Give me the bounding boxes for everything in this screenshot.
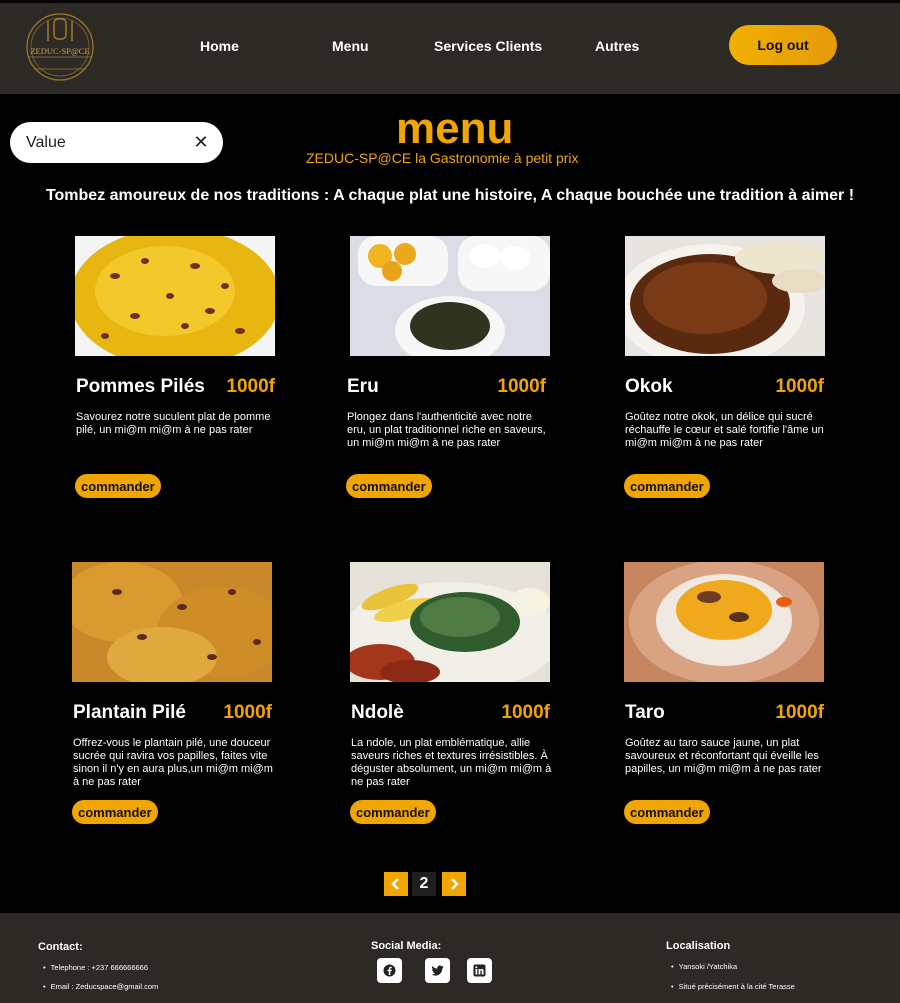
facebook-icon — [383, 964, 396, 977]
footer: Contact: Telephone : +237 666666666 Emai… — [0, 913, 900, 1003]
tagline: Tombez amoureux de nos traditions : A ch… — [45, 187, 855, 204]
footer-location-area: Yansoki /Yatchika — [671, 962, 738, 971]
nav-menu[interactable]: Menu — [332, 38, 369, 54]
search-box: ✕ — [10, 122, 223, 163]
footer-social-title: Social Media: — [371, 940, 442, 952]
pagination-current-page[interactable]: 2 — [412, 872, 436, 896]
dish-image-plantain-pile — [72, 562, 272, 682]
dish-description: Offrez-vous le plantain pilé, une douceu… — [73, 737, 273, 788]
logout-button[interactable]: Log out — [729, 25, 837, 65]
nav-home[interactable]: Home — [200, 38, 239, 54]
chevron-right-icon — [451, 878, 459, 890]
dish-price: 1000f — [775, 702, 824, 723]
twitter-link[interactable] — [425, 958, 450, 983]
dish-price: 1000f — [501, 702, 550, 723]
close-icon[interactable]: ✕ — [190, 131, 212, 153]
commander-button[interactable]: commander — [72, 800, 158, 824]
top-header: ZEDUC-SP@CE Home Menu Services Clients A… — [0, 3, 900, 94]
dish-price: 1000f — [497, 376, 546, 397]
facebook-link[interactable] — [377, 958, 402, 983]
logo[interactable]: ZEDUC-SP@CE — [18, 11, 102, 83]
dish-card: Eru 1000f Plongez dans l'authenticité av… — [346, 236, 552, 506]
dish-name: Taro — [625, 702, 665, 723]
dish-card: Pommes Pilés 1000f Savourez notre sucule… — [75, 236, 281, 506]
footer-contact-title: Contact: — [38, 941, 83, 953]
dish-card: Okok 1000f Goûtez notre okok, un délice … — [624, 236, 830, 506]
dish-price: 1000f — [226, 376, 275, 397]
footer-contact-email[interactable]: Email : Zeducspace@gmail.com — [43, 982, 159, 991]
commander-button[interactable]: commander — [350, 800, 436, 824]
search-input[interactable] — [26, 132, 186, 154]
nav-autres[interactable]: Autres — [595, 38, 639, 54]
dish-card: Taro 1000f Goûtez au taro sauce jaune, u… — [624, 562, 830, 832]
footer-contact-phone: Telephone : +237 666666666 — [43, 963, 148, 972]
dish-name: Pommes Pilés — [76, 376, 205, 397]
dish-image-taro — [624, 562, 824, 682]
commander-button[interactable]: commander — [346, 474, 432, 498]
twitter-icon — [431, 965, 444, 976]
chevron-left-icon — [391, 878, 399, 890]
dish-name: Ndolè — [351, 702, 404, 723]
dish-price: 1000f — [223, 702, 272, 723]
dish-price: 1000f — [775, 376, 824, 397]
commander-button[interactable]: commander — [624, 800, 710, 824]
dish-description: Plongez dans l'authenticité avec notre e… — [347, 411, 546, 449]
page-subtitle: ZEDUC-SP@CE la Gastronomie à petit prix — [306, 150, 579, 166]
nav-services-clients[interactable]: Services Clients — [434, 38, 542, 54]
dish-image-ndole — [350, 562, 550, 682]
dish-name: Okok — [625, 376, 673, 397]
commander-button[interactable]: commander — [624, 474, 710, 498]
dish-description: Savourez notre suculent plat de pomme pi… — [76, 411, 271, 436]
dish-name: Eru — [347, 376, 379, 397]
dish-description: Goûtez notre okok, un délice qui sucré r… — [625, 411, 824, 449]
footer-location-title: Localisation — [666, 940, 731, 952]
pagination-prev-button[interactable] — [384, 872, 408, 896]
dish-description: La ndole, un plat emblématique, allie sa… — [351, 737, 552, 788]
logo-emblem-icon: ZEDUC-SP@CE — [26, 13, 94, 81]
footer-location-precise: Situé précisément à la cité Terasse — [671, 982, 795, 991]
linkedin-link[interactable] — [467, 958, 492, 983]
dish-card: Ndolè 1000f La ndole, un plat emblématiq… — [350, 562, 556, 832]
dish-name: Plantain Pilé — [73, 702, 186, 723]
logo-text: ZEDUC-SP@CE — [30, 46, 89, 56]
commander-button[interactable]: commander — [75, 474, 161, 498]
dish-image-okok — [625, 236, 825, 356]
linkedin-icon — [473, 964, 486, 977]
dish-description: Goûtez au taro sauce jaune, un plat savo… — [625, 737, 822, 775]
dish-image-pommes-piles — [75, 236, 275, 356]
pagination-next-button[interactable] — [442, 872, 466, 896]
dish-image-eru — [350, 236, 550, 356]
dish-card: Plantain Pilé 1000f Offrez-vous le plant… — [72, 562, 278, 832]
